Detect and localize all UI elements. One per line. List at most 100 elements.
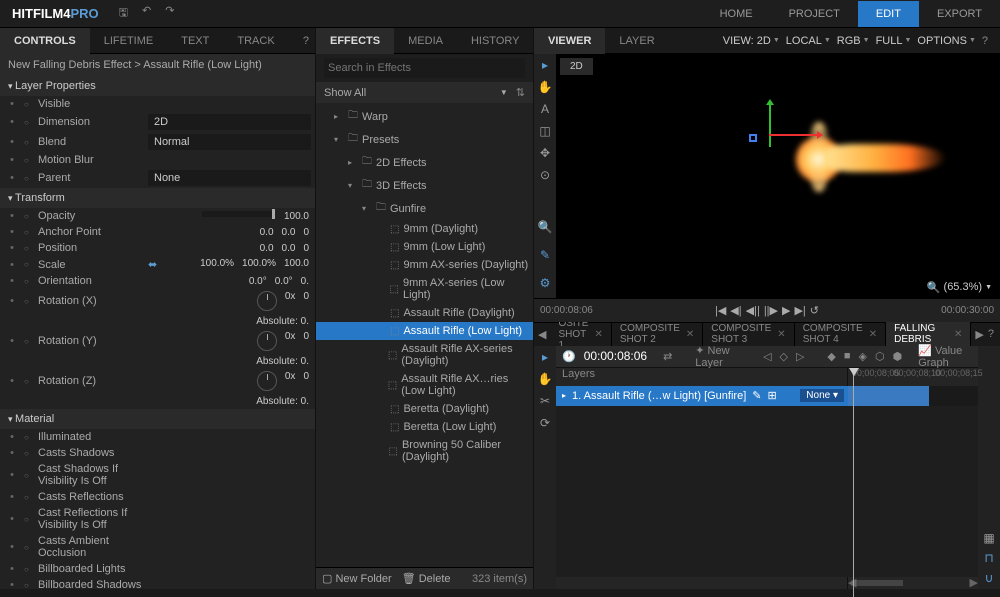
timeline-tab[interactable]: OSITE SHOT 1✕	[550, 322, 611, 346]
tree-item[interactable]: ⬚Assault Rifle AX…ries (Low Light)	[316, 370, 533, 400]
tree-item[interactable]: ▸🗀2D Effects	[316, 151, 533, 174]
viewport[interactable]: 2D 🔍 (65.3%) ▼	[556, 54, 1000, 298]
tl-kf-bezier[interactable]: ⬢	[893, 350, 903, 363]
tl-next-kf[interactable]: ▷	[796, 350, 804, 363]
viewer-tab-layer[interactable]: LAYER	[605, 28, 668, 54]
main-tab-edit[interactable]: EDIT	[858, 1, 919, 27]
tl-kf-linear[interactable]: ⬡	[875, 350, 885, 363]
effects-tab-media[interactable]: MEDIA	[394, 28, 457, 54]
timeline-tab[interactable]: COMPOSITE SHOT 4✕	[795, 322, 886, 346]
effects-tab-history[interactable]: HISTORY	[457, 28, 534, 54]
timeline-tab[interactable]: COMPOSITE SHOT 3✕	[703, 322, 794, 346]
tree-item[interactable]: ▾🗀3D Effects	[316, 174, 533, 197]
prop-dropdown[interactable]: 2D	[148, 114, 311, 130]
main-tab-project[interactable]: PROJECT	[771, 1, 858, 27]
new-folder-button[interactable]: ▢ New Folder	[322, 572, 392, 585]
section-transform[interactable]: Transform	[0, 188, 315, 208]
tl-grid-icon[interactable]: ▦	[983, 531, 994, 545]
close-icon[interactable]: ✕	[594, 329, 602, 340]
section-material[interactable]: Material	[0, 409, 315, 429]
magnet-icon[interactable]: 🔍	[538, 220, 553, 234]
controls-tab-controls[interactable]: CONTROLS	[0, 28, 90, 54]
help-icon[interactable]: ?	[982, 35, 988, 47]
gizmo-y-axis[interactable]	[769, 103, 771, 147]
prop-slider[interactable]	[202, 211, 272, 217]
undo-icon[interactable]: ↶	[142, 4, 151, 23]
tl-current-time[interactable]: 00:00:08:06	[584, 349, 647, 363]
tl-snap-icon[interactable]: ⊓	[984, 551, 993, 565]
space-dropdown[interactable]: LOCAL ▼	[786, 35, 831, 47]
prop-dropdown[interactable]: Normal	[148, 134, 311, 150]
move-tool[interactable]: ✥	[540, 146, 550, 160]
track-fx-icon[interactable]: ⊞	[767, 389, 776, 402]
timeline-ruler[interactable]: 00;00;08;0500;00;08;1000;00;08;15	[848, 368, 978, 386]
play-button[interactable]: ||▶	[764, 304, 778, 317]
search-input[interactable]	[324, 58, 525, 78]
close-icon[interactable]: ✕	[954, 329, 962, 340]
tl-kf-smooth[interactable]: ◈	[859, 350, 867, 363]
track-mode-dropdown[interactable]: None ▾	[800, 389, 844, 402]
tabs-prev[interactable]: ◀	[534, 328, 550, 341]
tl-kf-square[interactable]: ■	[844, 350, 851, 362]
tl-magnet-icon[interactable]: ∪	[985, 571, 994, 585]
tree-item[interactable]: ▸🗀Warp	[316, 105, 533, 128]
tl-slice-tool[interactable]: ✂	[540, 394, 550, 408]
dropper-icon[interactable]: ✎	[540, 248, 550, 262]
tl-link-icon[interactable]: ⇄	[663, 350, 672, 363]
tree-item[interactable]: ⬚9mm (Low Light)	[316, 238, 533, 256]
tl-rate-tool[interactable]: ⟳	[540, 416, 550, 430]
go-end-button[interactable]: ▶|	[794, 304, 805, 317]
tl-add-kf[interactable]: ◇	[780, 350, 788, 363]
prop-dial[interactable]	[257, 371, 277, 391]
redo-icon[interactable]: ↷	[165, 4, 174, 23]
timeline-tab[interactable]: COMPOSITE SHOT 2✕	[612, 322, 703, 346]
effects-tab-effects[interactable]: EFFECTS	[316, 28, 394, 54]
sort-icon[interactable]: ⇅	[516, 86, 525, 99]
tl-kf-diamond[interactable]: ◆	[827, 350, 835, 363]
new-layer-button[interactable]: ✦ New Layer	[695, 344, 740, 369]
gizmo-x-axis[interactable]	[769, 134, 819, 136]
tree-item[interactable]: ⬚Beretta (Low Light)	[316, 418, 533, 436]
text-tool[interactable]: A	[541, 102, 549, 116]
controls-tab-track[interactable]: TRACK	[223, 28, 288, 54]
tabs-next[interactable]: ▶	[971, 328, 987, 341]
main-tab-home[interactable]: HOME	[702, 1, 771, 27]
tree-item[interactable]: ⬚9mm (Daylight)	[316, 220, 533, 238]
help-icon[interactable]: ?	[303, 35, 309, 47]
tl-prev-kf[interactable]: ◁	[763, 350, 771, 363]
timeline-scrollbar[interactable]: ◀▶	[848, 577, 978, 589]
prop-dial[interactable]	[257, 291, 277, 311]
delete-button[interactable]: 🗑 Delete	[402, 572, 451, 585]
tree-item[interactable]: ⬚9mm AX-series (Low Light)	[316, 274, 533, 304]
track-header[interactable]: ▸ 1. Assault Rifle (…w Light) [Gunfire] …	[556, 386, 848, 406]
save-icon[interactable]: 🖫	[119, 4, 128, 23]
prop-dial[interactable]	[257, 331, 277, 351]
gizmo-z-handle[interactable]	[749, 134, 757, 142]
view-mode-dropdown[interactable]: VIEW: 2D ▼	[723, 35, 780, 47]
orbit-tool[interactable]: ⊙	[540, 168, 550, 182]
tree-item[interactable]: ▾🗀Gunfire	[316, 197, 533, 220]
loop-button[interactable]: ↺	[810, 304, 819, 317]
track-edit-icon[interactable]: ✎	[752, 389, 761, 402]
options-dropdown[interactable]: OPTIONS ▼	[917, 35, 975, 47]
effects-filter[interactable]: Show All▼ ⇅	[316, 82, 533, 103]
timeline-tab[interactable]: NEW FALLING DEBRIS EFFECT✕	[886, 322, 971, 346]
next-frame-button[interactable]: ▶	[782, 304, 790, 317]
prev-frame-button[interactable]: ◀|	[730, 304, 741, 317]
link-tool[interactable]: ⚙	[540, 276, 551, 290]
tree-item[interactable]: ⬚Browning 50 Caliber (Daylight)	[316, 436, 533, 466]
tree-item[interactable]: ⬚Assault Rifle AX-series (Daylight)	[316, 340, 533, 370]
controls-tab-text[interactable]: TEXT	[167, 28, 223, 54]
viewport-2d-tab[interactable]: 2D	[560, 58, 593, 75]
playhead[interactable]	[853, 368, 854, 597]
tl-clock-icon[interactable]: 🕐	[562, 350, 576, 363]
hand-tool[interactable]: ✋	[538, 80, 553, 94]
zoom-indicator[interactable]: 🔍 (65.3%) ▼	[927, 281, 992, 294]
color-dropdown[interactable]: RGB ▼	[837, 35, 870, 47]
go-start-button[interactable]: |◀	[715, 304, 726, 317]
tl-hand-tool[interactable]: ✋	[538, 372, 553, 386]
tree-item[interactable]: ⬚Beretta (Daylight)	[316, 400, 533, 418]
section-layer-properties[interactable]: Layer Properties	[0, 76, 315, 96]
clip-area[interactable]	[848, 386, 978, 406]
select-tool[interactable]: ▸	[542, 58, 548, 72]
